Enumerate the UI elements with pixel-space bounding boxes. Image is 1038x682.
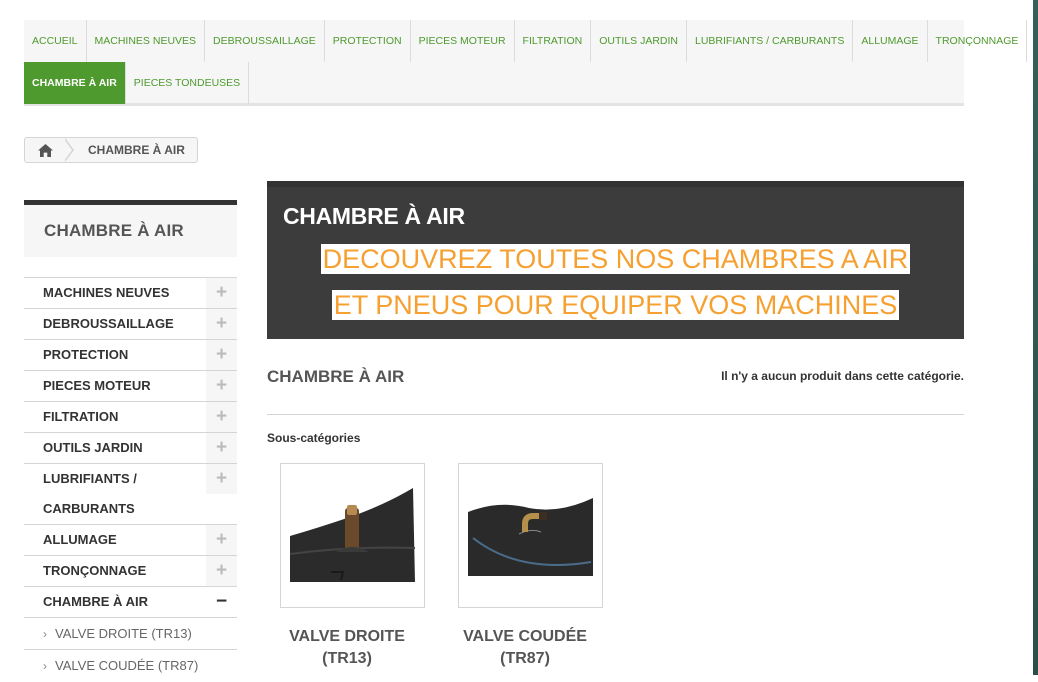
subcategory-card-valve-droite: VALVE DROITE (TR13)	[267, 463, 427, 670]
expand-plus-icon[interactable]: +	[206, 278, 237, 308]
inner-tube-straight-valve-image	[289, 488, 416, 582]
sidebar-item-label[interactable]: ALLUMAGE	[43, 525, 203, 555]
sidebar-item-tronconnage: TRONÇONNAGE +	[24, 555, 237, 586]
sidebar-item-protection: PROTECTION +	[24, 339, 237, 370]
sidebar-item-outils-jardin: OUTILS JARDIN +	[24, 432, 237, 463]
menu-item-machines-neuves[interactable]: MACHINES NEUVES	[87, 20, 206, 62]
inner-tube-bent-valve-image	[468, 498, 593, 576]
subcategory-name[interactable]: VALVE COUDÉE (TR87)	[445, 626, 605, 670]
menu-item-outils-jardin[interactable]: OUTILS JARDIN	[591, 20, 687, 62]
expand-plus-icon[interactable]: +	[206, 402, 237, 432]
menu-item-pieces-moteur[interactable]: PIECES MOTEUR	[411, 20, 515, 62]
menu-item-chambre-a-air[interactable]: CHAMBRE À AIR	[24, 62, 126, 104]
sidebar-item-allumage: ALLUMAGE +	[24, 524, 237, 555]
expand-plus-icon[interactable]: +	[206, 340, 237, 370]
window-edge	[1033, 0, 1038, 675]
subcategories-title: Sous-catégories	[267, 431, 361, 445]
chevron-right-icon: ›	[43, 659, 47, 673]
promo-text-1: DECOUVREZ TOUTES NOS CHAMBRES A AIR	[320, 244, 911, 274]
category-heading: CHAMBRE À AIR Il n'y a aucun produit dan…	[267, 366, 964, 415]
product-count: Il n'y a aucun produit dans cette catégo…	[721, 369, 964, 383]
sidebar-item-label[interactable]: TRONÇONNAGE	[43, 556, 203, 586]
sidebar-item-label[interactable]: PIECES MOTEUR	[43, 371, 203, 401]
breadcrumb-current: CHAMBRE À AIR	[88, 143, 185, 157]
sidebar-item-label[interactable]: MACHINES NEUVES	[43, 278, 203, 308]
sidebar-item-lubrifiants: LUBRIFIANTS / CARBURANTS +	[24, 463, 237, 524]
top-menu: ACCUEIL MACHINES NEUVES DEBROUSSAILLAGE …	[24, 20, 1028, 106]
menu-item-tronconnage[interactable]: TRONÇONNAGE	[928, 20, 1028, 62]
sidebar-item-pieces-moteur: PIECES MOTEUR +	[24, 370, 237, 401]
sidebar-item-chambre-a-air: CHAMBRE À AIR −	[24, 586, 237, 617]
sidebar-item-label[interactable]: DEBROUSSAILLAGE	[43, 309, 203, 339]
expand-plus-icon[interactable]: +	[206, 433, 237, 463]
category-name: CHAMBRE À AIR	[267, 367, 405, 386]
breadcrumb-separator	[64, 138, 74, 162]
sidebar-item-label[interactable]: LUBRIFIANTS / CARBURANTS	[43, 464, 203, 524]
menu-item-pieces-tondeuses[interactable]: PIECES TONDEUSES	[126, 62, 250, 104]
top-menu-row-2: CHAMBRE À AIR PIECES TONDEUSES	[24, 62, 964, 104]
sidebar-item-label[interactable]: CHAMBRE À AIR	[43, 587, 203, 617]
sidebar-item-debroussaillage: DEBROUSSAILLAGE +	[24, 308, 237, 339]
sidebar-item-label[interactable]: FILTRATION	[43, 402, 203, 432]
home-icon	[37, 143, 53, 157]
category-banner: CHAMBRE À AIR DECOUVREZ TOUTES NOS CHAMB…	[267, 181, 964, 339]
sidebar-subitem-valve-coudee[interactable]: › VALVE COUDÉE (TR87)	[24, 649, 237, 681]
expand-plus-icon[interactable]: +	[206, 371, 237, 401]
subcategory-card-valve-coudee: VALVE COUDÉE (TR87)	[445, 463, 605, 670]
sidebar-title: CHAMBRE À AIR	[24, 200, 237, 257]
menu-item-protection[interactable]: PROTECTION	[325, 20, 411, 62]
menu-item-allumage[interactable]: ALLUMAGE	[853, 20, 928, 62]
sidebar-subitem-valve-droite[interactable]: › VALVE DROITE (TR13)	[24, 617, 237, 649]
sidebar-item-filtration: FILTRATION +	[24, 401, 237, 432]
promo-line-2: ET PNEUS POUR EQUIPER VOS MACHINES	[267, 290, 964, 321]
subcategory-image-valve-coudee[interactable]	[458, 463, 603, 608]
expand-plus-icon[interactable]: +	[206, 525, 237, 555]
breadcrumb: CHAMBRE À AIR	[24, 137, 198, 163]
subcategory-image-valve-droite[interactable]	[280, 463, 425, 608]
sidebar-item-label[interactable]: OUTILS JARDIN	[43, 433, 203, 463]
chevron-right-icon: ›	[43, 627, 47, 641]
promo-text-2: ET PNEUS POUR EQUIPER VOS MACHINES	[331, 290, 900, 320]
top-menu-row-1: ACCUEIL MACHINES NEUVES DEBROUSSAILLAGE …	[24, 20, 1028, 62]
sidebar-subitem-label: VALVE DROITE (TR13)	[55, 626, 192, 641]
category-banner-title: CHAMBRE À AIR	[283, 203, 465, 229]
menu-item-lubrifiants[interactable]: LUBRIFIANTS / CARBURANTS	[687, 20, 854, 62]
collapse-minus-icon[interactable]: −	[206, 587, 237, 617]
promo-line-1: DECOUVREZ TOUTES NOS CHAMBRES A AIR	[267, 244, 964, 275]
expand-plus-icon[interactable]: +	[206, 309, 237, 339]
breadcrumb-home-link[interactable]	[25, 138, 65, 162]
subcategory-name[interactable]: VALVE DROITE (TR13)	[267, 626, 427, 670]
sidebar-category-list: MACHINES NEUVES + DEBROUSSAILLAGE + PROT…	[24, 277, 237, 681]
sidebar-item-label[interactable]: PROTECTION	[43, 340, 203, 370]
menu-item-accueil[interactable]: ACCUEIL	[24, 20, 87, 62]
menu-item-filtration[interactable]: FILTRATION	[515, 20, 592, 62]
expand-plus-icon[interactable]: +	[206, 556, 237, 586]
menu-item-debroussaillage[interactable]: DEBROUSSAILLAGE	[205, 20, 325, 62]
sidebar-subitem-label: VALVE COUDÉE (TR87)	[55, 658, 199, 673]
expand-plus-icon[interactable]: +	[206, 464, 237, 494]
sidebar-item-machines-neuves: MACHINES NEUVES +	[24, 277, 237, 308]
